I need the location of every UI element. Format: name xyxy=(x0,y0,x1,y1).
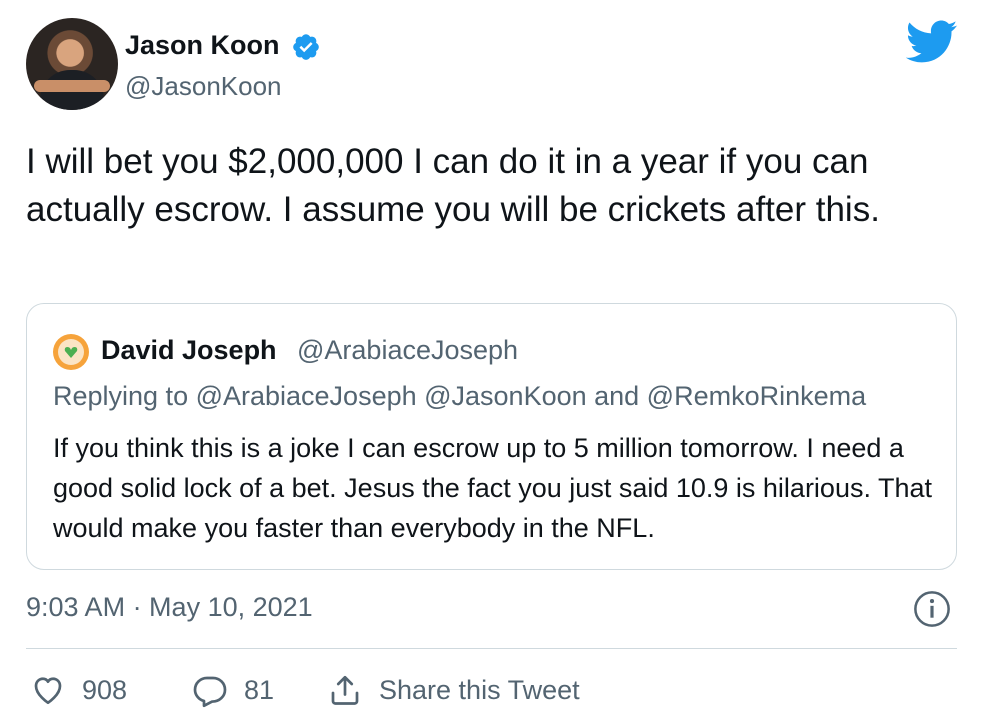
heart-badge-icon xyxy=(64,347,78,358)
embedded-tweet: Jason Koon @JasonKoon I will bet you $2,… xyxy=(0,0,981,721)
reply-count: 81 xyxy=(244,674,275,705)
replying-to-line: Replying to @ArabiaceJoseph @JasonKoon a… xyxy=(53,381,867,411)
reply-button[interactable]: 81 xyxy=(192,670,274,710)
like-count: 908 xyxy=(82,674,128,705)
share-label: Share this Tweet xyxy=(379,674,580,705)
reply-bubble-icon xyxy=(193,676,227,708)
tweet-text: I will bet you $2,000,000 I can do it in… xyxy=(26,142,880,229)
like-button[interactable]: 908 xyxy=(30,670,127,710)
quoted-author-handle[interactable]: @ArabiaceJoseph xyxy=(297,335,518,366)
divider xyxy=(26,648,957,649)
share-button[interactable]: Share this Tweet xyxy=(327,670,580,710)
author-display-name[interactable]: Jason Koon xyxy=(125,30,280,61)
info-icon[interactable] xyxy=(913,590,951,628)
quoted-author-avatar[interactable] xyxy=(53,334,89,370)
verified-badge-icon xyxy=(293,34,319,60)
quoted-tweet-text: If you think this is a joke I can escrow… xyxy=(53,433,933,543)
heart-icon xyxy=(34,677,62,705)
author-handle[interactable]: @JasonKoon xyxy=(125,71,282,102)
share-icon xyxy=(331,675,359,705)
author-avatar[interactable] xyxy=(26,18,118,110)
quoted-author-name[interactable]: David Joseph xyxy=(101,335,277,366)
quoted-tweet[interactable]: David Joseph @ArabiaceJoseph Replying to… xyxy=(26,303,957,570)
tweet-timestamp[interactable]: 9:03 AM · May 10, 2021 xyxy=(26,592,313,623)
twitter-bird-icon[interactable] xyxy=(906,20,958,64)
